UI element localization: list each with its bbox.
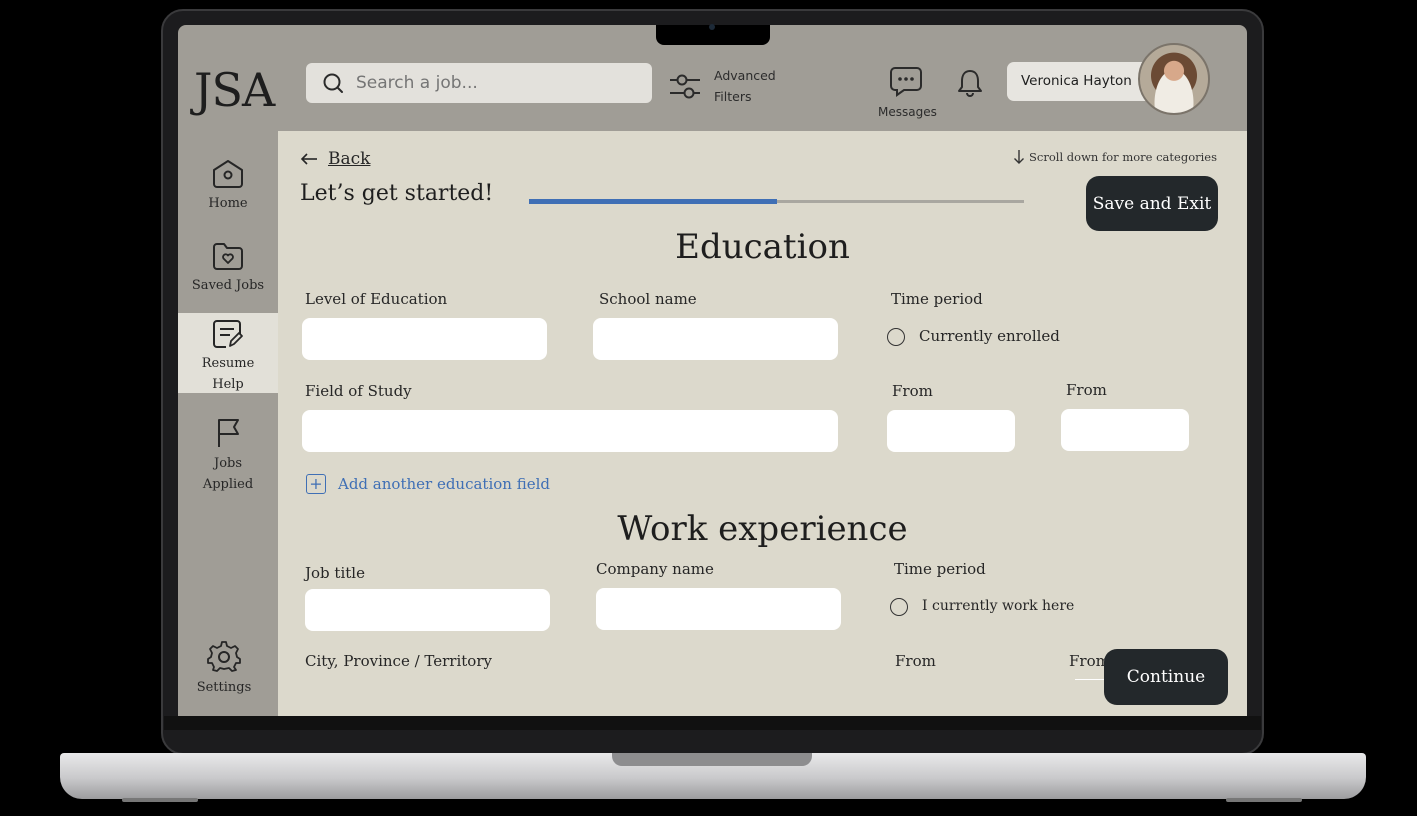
camera [709,24,715,30]
avatar[interactable] [1138,43,1210,115]
job-title-field[interactable] [305,589,550,631]
laptop-foot [1226,798,1302,802]
arrow-down-icon [1014,150,1025,164]
save-and-exit-button[interactable]: Save and Exit [1086,176,1218,231]
company-name-label: Company name [596,560,714,578]
continue-button[interactable]: Continue [1104,649,1228,705]
education-from-field[interactable] [887,410,1015,452]
sidebar-item-jobs-applied[interactable]: Jobs Applied [178,417,278,495]
chat-bubble-icon [890,67,922,97]
sidebar-item-label-line1: Jobs [213,456,243,471]
progress-bar [529,199,1024,204]
gear-icon [207,641,241,672]
messages-label: Messages [878,105,937,119]
sidebar-item-resume-help[interactable]: Resume Help [178,313,278,393]
company-name-field[interactable] [596,588,841,630]
progress-fill [529,199,777,204]
home-icon [213,160,243,188]
education-from-label: From [892,382,933,400]
resume-edit-icon [213,320,243,348]
saved-folder-icon [213,243,243,270]
sidebar-item-settings[interactable]: Settings [178,641,274,698]
add-education-label: Add another education field [338,475,550,493]
advanced-filters-line2: Filters [714,89,752,104]
currently-work-here-label: I currently work here [922,598,1075,614]
education-time-period-label: Time period [891,290,983,308]
education-from-field-2[interactable] [1061,409,1189,451]
currently-work-here-radio[interactable] [890,598,908,616]
laptop-base-notch [612,753,812,766]
screen: JSA Advanced Filters Messages [178,25,1247,716]
level-of-education-field[interactable] [302,318,547,360]
sidebar-item-home[interactable]: Home [178,159,278,214]
sidebar-item-label: Home [208,196,248,211]
search-input[interactable] [354,72,638,94]
education-from-label-2: From [1066,381,1107,399]
main-panel: Back Scroll down for more categories Let… [278,131,1247,716]
currently-enrolled-radio[interactable] [887,328,905,346]
school-name-label: School name [599,290,697,308]
flag-icon [218,419,239,447]
education-section-title: Education [675,227,850,267]
advanced-filters-line1: Advanced [714,68,776,83]
add-education-button[interactable]: + Add another education field [306,474,550,494]
laptop-foot [122,798,198,802]
currently-enrolled-label: Currently enrolled [919,327,1060,345]
sidebar-item-label-line1: Resume [201,356,255,371]
back-link[interactable]: Back [300,149,370,169]
sidebar: Home Saved Jobs Resume Help Jobs Applied… [178,131,278,716]
back-label: Back [328,149,371,169]
work-from-label: From [895,652,936,670]
arrow-left-icon [300,153,317,165]
sidebar-item-saved-jobs[interactable]: Saved Jobs [178,241,278,296]
plus-icon: + [306,474,326,494]
search-bar[interactable] [306,63,652,103]
messages-button[interactable]: Messages [878,65,937,119]
scroll-hint: Scroll down for more categories [1013,149,1217,165]
laptop-chin [164,716,1261,730]
level-of-education-label: Level of Education [305,290,448,308]
advanced-filters-button[interactable]: Advanced Filters [668,65,784,107]
work-experience-section-title: Work experience [617,509,908,549]
field-of-study-label: Field of Study [305,382,412,400]
page-title: Let’s get started! [300,181,494,206]
search-icon [323,73,343,93]
sidebar-item-label: Saved Jobs [191,278,265,293]
job-title-label: Job title [305,564,365,582]
school-name-field[interactable] [593,318,838,360]
app-logo[interactable]: JSA [194,63,275,117]
sidebar-item-label: Settings [196,680,252,695]
work-time-period-label: Time period [894,560,986,578]
filter-sliders-icon [670,74,700,99]
city-province-label: City, Province / Territory [305,652,492,670]
sidebar-item-label-line2: Help [212,377,244,392]
notifications-button[interactable] [956,68,984,102]
bell-icon [958,70,982,97]
field-of-study-field[interactable] [302,410,838,452]
advanced-filters-label: Advanced Filters [714,65,784,107]
scroll-hint-text: Scroll down for more categories [1029,150,1217,164]
sidebar-item-label-line2: Applied [202,477,254,492]
